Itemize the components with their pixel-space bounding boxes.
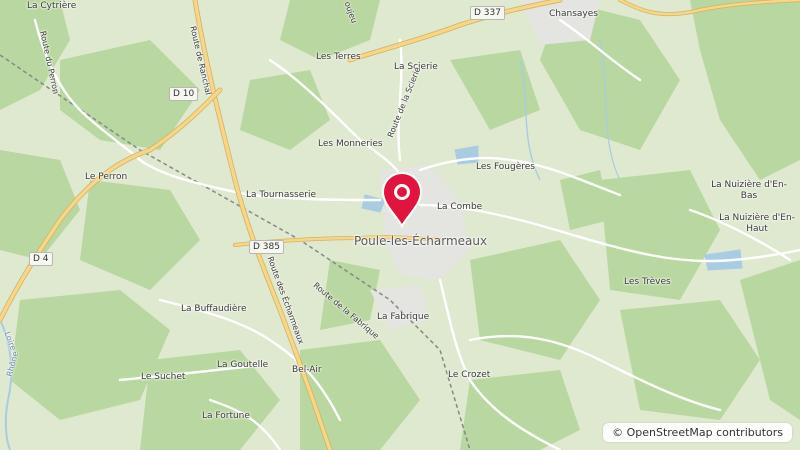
attribution-text[interactable]: © OpenStreetMap contributors — [612, 426, 783, 439]
place-label-la-tournasserie: La Tournasserie — [246, 190, 316, 200]
place-label-la-fabrique: La Fabrique — [377, 312, 430, 322]
place-label-les-fougeres: Les Fougères — [476, 162, 535, 172]
road-shield-d10: D 10 — [169, 87, 199, 101]
place-label-la-fortune: La Fortune — [202, 411, 250, 421]
place-label-la-nuiziere-en-haut-line2: Haut — [746, 224, 768, 234]
place-label-la-nuiziere-en-bas-line1: La Nuizière d'En- — [711, 180, 787, 190]
place-label-les-monneries: Les Monneries — [318, 139, 383, 149]
map-attribution[interactable]: © OpenStreetMap contributors — [603, 423, 792, 442]
place-label-bel-air: Bel-Air — [292, 365, 322, 375]
place-label-le-suchet: Le Suchet — [141, 372, 186, 382]
place-label-la-nuiziere-en-bas: La Nuizière d'En- Bas — [706, 180, 792, 202]
place-label-la-cytriere: La Cytrière — [27, 1, 77, 11]
place-label-chansayes: Chansayes — [549, 9, 598, 19]
road-shield-d337: D 337 — [470, 6, 505, 20]
place-label-les-terres: Les Terres — [316, 52, 361, 62]
place-label-la-buffaudiere: La Buffaudière — [181, 304, 247, 314]
place-label-la-nuiziere-en-haut: La Nuizière d'En- Haut — [714, 213, 800, 235]
place-label-la-nuiziere-en-bas-line2: Bas — [740, 191, 758, 201]
place-label-town: Poule-les-Écharmeaux — [354, 234, 488, 248]
place-label-la-combe: La Combe — [437, 202, 483, 212]
place-label-le-perron: Le Perron — [85, 172, 128, 182]
place-label-la-nuiziere-en-haut-line1: La Nuizière d'En- — [719, 213, 795, 223]
road-shield-d385: D 385 — [249, 240, 284, 254]
place-label-les-treves: Les Trèves — [624, 277, 671, 287]
place-label-le-crozet: Le Crozet — [448, 370, 491, 380]
road-shield-d4: D 4 — [29, 252, 53, 266]
place-label-la-goutelle: La Goutelle — [217, 360, 269, 370]
